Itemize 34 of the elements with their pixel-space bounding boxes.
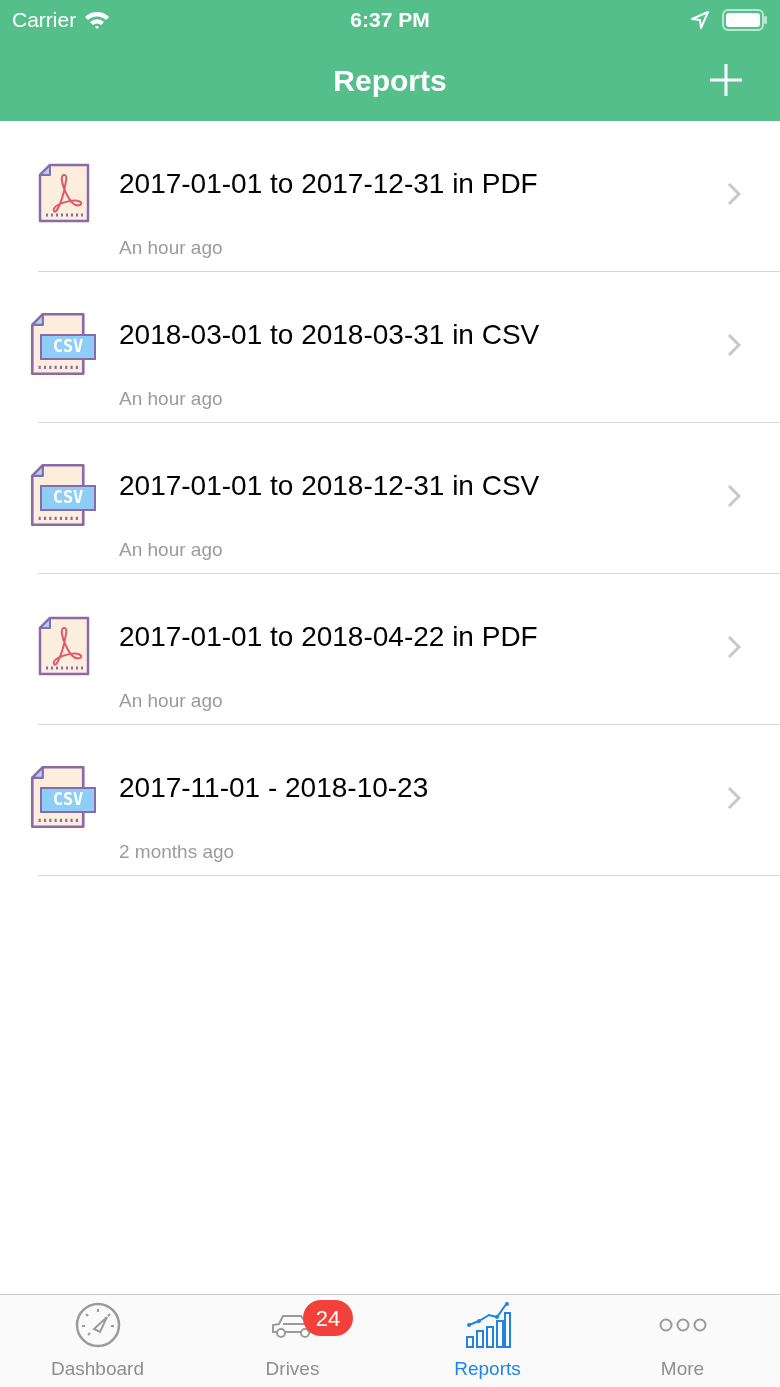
- more-icon: [658, 1317, 707, 1333]
- report-row[interactable]: CSV 2017-01-01 to 2018-12-31 in CSV An hour ago: [0, 423, 780, 574]
- clock-label: 6:37 PM: [350, 7, 430, 34]
- tab-item[interactable]: Reports: [390, 1295, 585, 1387]
- report-title: 2017-01-01 to 2018-12-31 in CSV: [119, 469, 540, 503]
- chevron-icon: [727, 333, 741, 357]
- chevron-icon: [727, 786, 741, 810]
- speedometer-icon: [73, 1301, 122, 1349]
- battery-icon: [722, 9, 768, 31]
- report-row[interactable]: 2017-01-01 to 2017-12-31 in PDF An hour ago: [0, 121, 780, 272]
- chevron-icon: [727, 484, 741, 508]
- screen-title: Reports: [333, 63, 447, 99]
- carrier-label: Carrier: [12, 7, 77, 34]
- report-time: An hour ago: [119, 387, 223, 411]
- report-title: 2017-01-01 to 2017-12-31 in PDF: [119, 167, 538, 201]
- wifi-icon: [84, 10, 111, 30]
- report-row[interactable]: CSV 2017-11-01 - 2018-10-23 2 months ago: [0, 725, 780, 876]
- plus-icon: [708, 62, 744, 98]
- chevron-icon: [727, 635, 741, 659]
- report-time: An hour ago: [119, 689, 223, 713]
- tab-item[interactable]: Drives 24: [195, 1295, 390, 1387]
- report-time: An hour ago: [119, 538, 223, 562]
- bar-chart-icon: [464, 1301, 511, 1349]
- add-button[interactable]: [708, 62, 744, 98]
- location-arrow-icon: [690, 10, 710, 30]
- report-time: An hour ago: [119, 236, 223, 260]
- report-title: 2017-11-01 - 2018-10-23: [119, 771, 429, 805]
- report-title: 2017-01-01 to 2018-04-22 in PDF: [119, 620, 538, 654]
- report-row[interactable]: CSV 2018-03-01 to 2018-03-31 in CSV An hour ago: [0, 272, 780, 423]
- report-time: 2 months ago: [119, 840, 235, 864]
- report-row[interactable]: 2017-01-01 to 2018-04-22 in PDF An hour ago: [0, 574, 780, 725]
- count-badge: 24: [303, 1300, 353, 1336]
- chevron-icon: [727, 182, 741, 206]
- report-title: 2018-03-01 to 2018-03-31 in CSV: [119, 318, 540, 352]
